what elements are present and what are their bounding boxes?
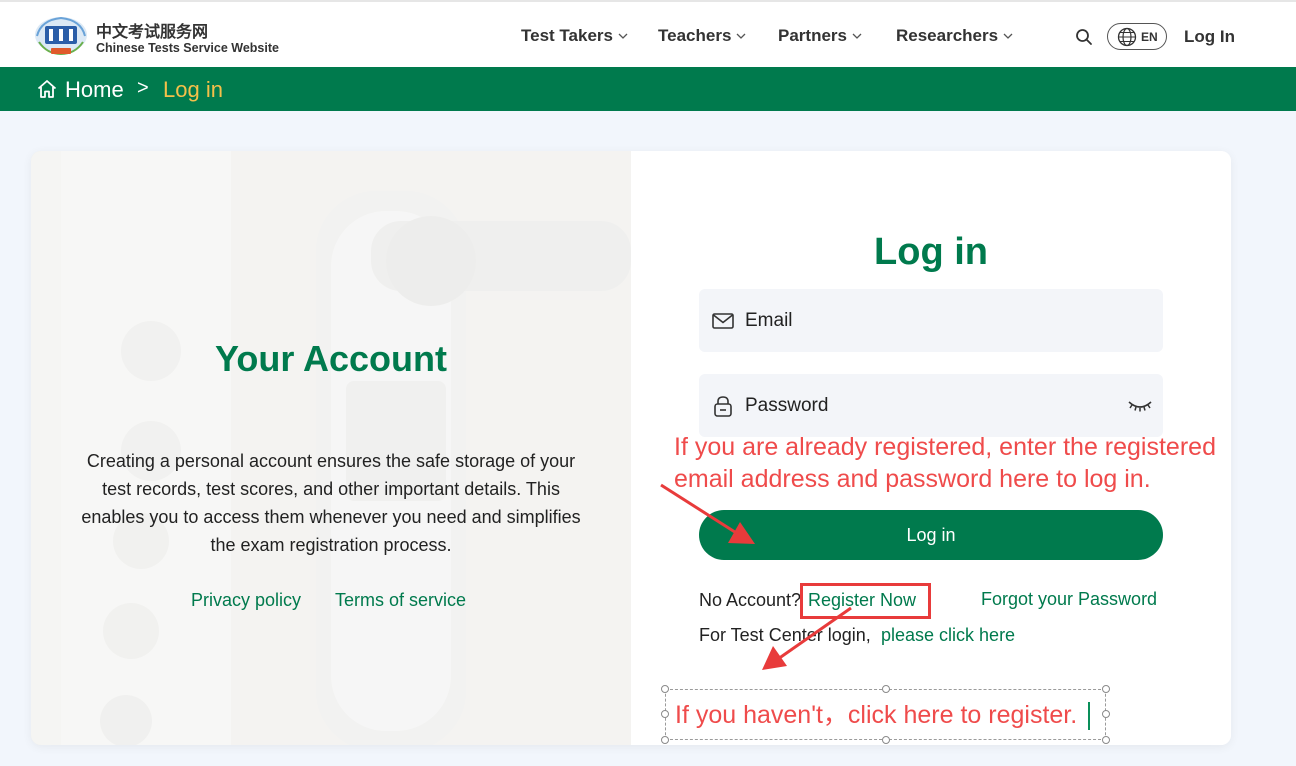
nav-test-takers-label: Test Takers	[521, 26, 613, 45]
annotation-register-instruction[interactable]: If you haven't，click here to register.	[675, 699, 1077, 731]
breadcrumb-current: Log in	[163, 77, 223, 102]
resize-handle[interactable]	[1102, 710, 1110, 718]
account-info-panel: Your Account Creating a personal account…	[31, 151, 631, 745]
login-submit-button[interactable]: Log in	[699, 510, 1163, 560]
account-description: Creating a personal account ensures the …	[81, 451, 581, 555]
email-placeholder: Email	[745, 309, 793, 331]
chevron-down-icon	[1003, 33, 1013, 39]
globe-icon	[1117, 27, 1137, 46]
home-icon[interactable]	[36, 78, 58, 100]
search-icon[interactable]	[1075, 28, 1093, 46]
nav-partners[interactable]: Partners	[778, 26, 863, 46]
language-label: EN	[1141, 29, 1158, 44]
text-cursor	[1088, 702, 1090, 730]
nav-teachers[interactable]: Teachers	[658, 26, 747, 46]
terms-of-service-link[interactable]: Terms of service	[335, 590, 466, 611]
no-account-text: No Account?	[699, 590, 802, 610]
account-title: Your Account	[215, 338, 447, 379]
privacy-policy-link[interactable]: Privacy policy	[191, 590, 301, 611]
logo-chinese-name: 中文考试服务网	[96, 24, 209, 41]
breadcrumb-home[interactable]: Home	[65, 77, 124, 103]
nav-researchers-label: Researchers	[896, 26, 999, 45]
test-center-text: For Test Center login,	[699, 625, 871, 645]
logo-english-name: Chinese Tests Service Website	[96, 41, 279, 55]
nav-partners-label: Partners	[778, 26, 847, 45]
resize-handle[interactable]	[661, 685, 669, 693]
login-title: Log in	[874, 231, 988, 273]
logo-emblem-icon[interactable]	[33, 14, 89, 58]
annotation-register-highlight-box	[800, 583, 931, 619]
resize-handle[interactable]	[1102, 736, 1110, 744]
chevron-down-icon	[618, 33, 628, 39]
header-login-link[interactable]: Log In	[1184, 27, 1235, 47]
annotation-login-instruction: If you are already registered, enter the…	[674, 433, 1216, 493]
password-field[interactable]: Password	[699, 374, 1163, 437]
chevron-down-icon	[852, 33, 862, 39]
resize-handle[interactable]	[882, 685, 890, 693]
resize-handle[interactable]	[1102, 685, 1110, 693]
breadcrumb-separator: >	[137, 77, 149, 99]
email-field[interactable]: Email	[699, 289, 1163, 352]
chevron-down-icon	[736, 33, 746, 39]
password-placeholder: Password	[745, 394, 829, 416]
resize-handle[interactable]	[661, 736, 669, 744]
breadcrumb: Home > Log in	[0, 67, 1296, 111]
mail-icon	[712, 312, 734, 329]
nav-teachers-label: Teachers	[658, 26, 732, 45]
forgot-password-link[interactable]: Forgot your Password	[981, 589, 1157, 610]
nav-researchers[interactable]: Researchers	[896, 26, 1014, 46]
site-header: 中文考试服务网 Chinese Tests Service Website Te…	[0, 0, 1296, 67]
nav-test-takers[interactable]: Test Takers	[521, 26, 629, 46]
language-switcher[interactable]: EN	[1107, 23, 1167, 50]
test-center-login-link[interactable]: please click here	[881, 625, 1015, 646]
eye-closed-icon[interactable]	[1127, 396, 1153, 414]
resize-handle[interactable]	[661, 710, 669, 718]
lock-icon	[714, 395, 732, 417]
resize-handle[interactable]	[882, 736, 890, 744]
